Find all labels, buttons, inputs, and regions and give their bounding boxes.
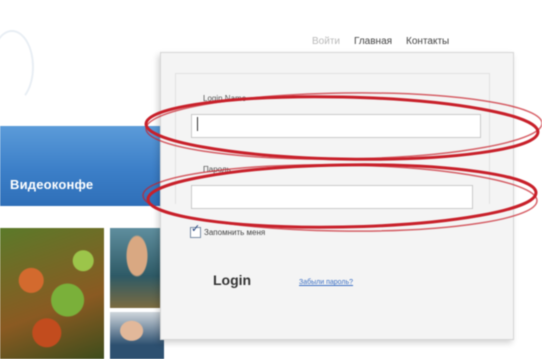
banner-title: Видеоконфе <box>10 177 94 192</box>
photo-classroom <box>110 228 164 308</box>
login-name-label: Login Name <box>203 94 247 103</box>
nav-link-login[interactable]: Войти <box>312 36 340 47</box>
photo-students <box>110 312 164 359</box>
page: Войти Главная Контакты Видеоконфе Login … <box>0 0 542 359</box>
remember-me-row[interactable]: ✓ Запомнить меня <box>190 223 266 238</box>
password-label: Пароль <box>203 165 231 174</box>
password-input[interactable] <box>191 185 473 209</box>
nav-link-home[interactable]: Главная <box>354 36 392 47</box>
checkmark-icon: ✓ <box>191 223 201 235</box>
remember-me-checkbox[interactable]: ✓ <box>190 223 201 238</box>
top-nav: Войти Главная Контакты <box>312 36 449 47</box>
decorative-swirl <box>0 30 34 104</box>
forgot-password-link[interactable]: Забыли пароль? <box>299 279 353 286</box>
text-caret <box>197 117 198 131</box>
login-popup: Login Name Пароль ✓ Запомнить меня Login… <box>160 52 514 340</box>
remember-me-label: Запомнить меня <box>204 228 266 237</box>
login-name-input[interactable] <box>191 114 481 138</box>
hero-banner: Видеоконфе <box>0 126 180 206</box>
nav-link-contacts[interactable]: Контакты <box>406 36 449 47</box>
login-button[interactable]: Login <box>213 272 251 288</box>
photo-autumn-leaves <box>0 228 104 359</box>
